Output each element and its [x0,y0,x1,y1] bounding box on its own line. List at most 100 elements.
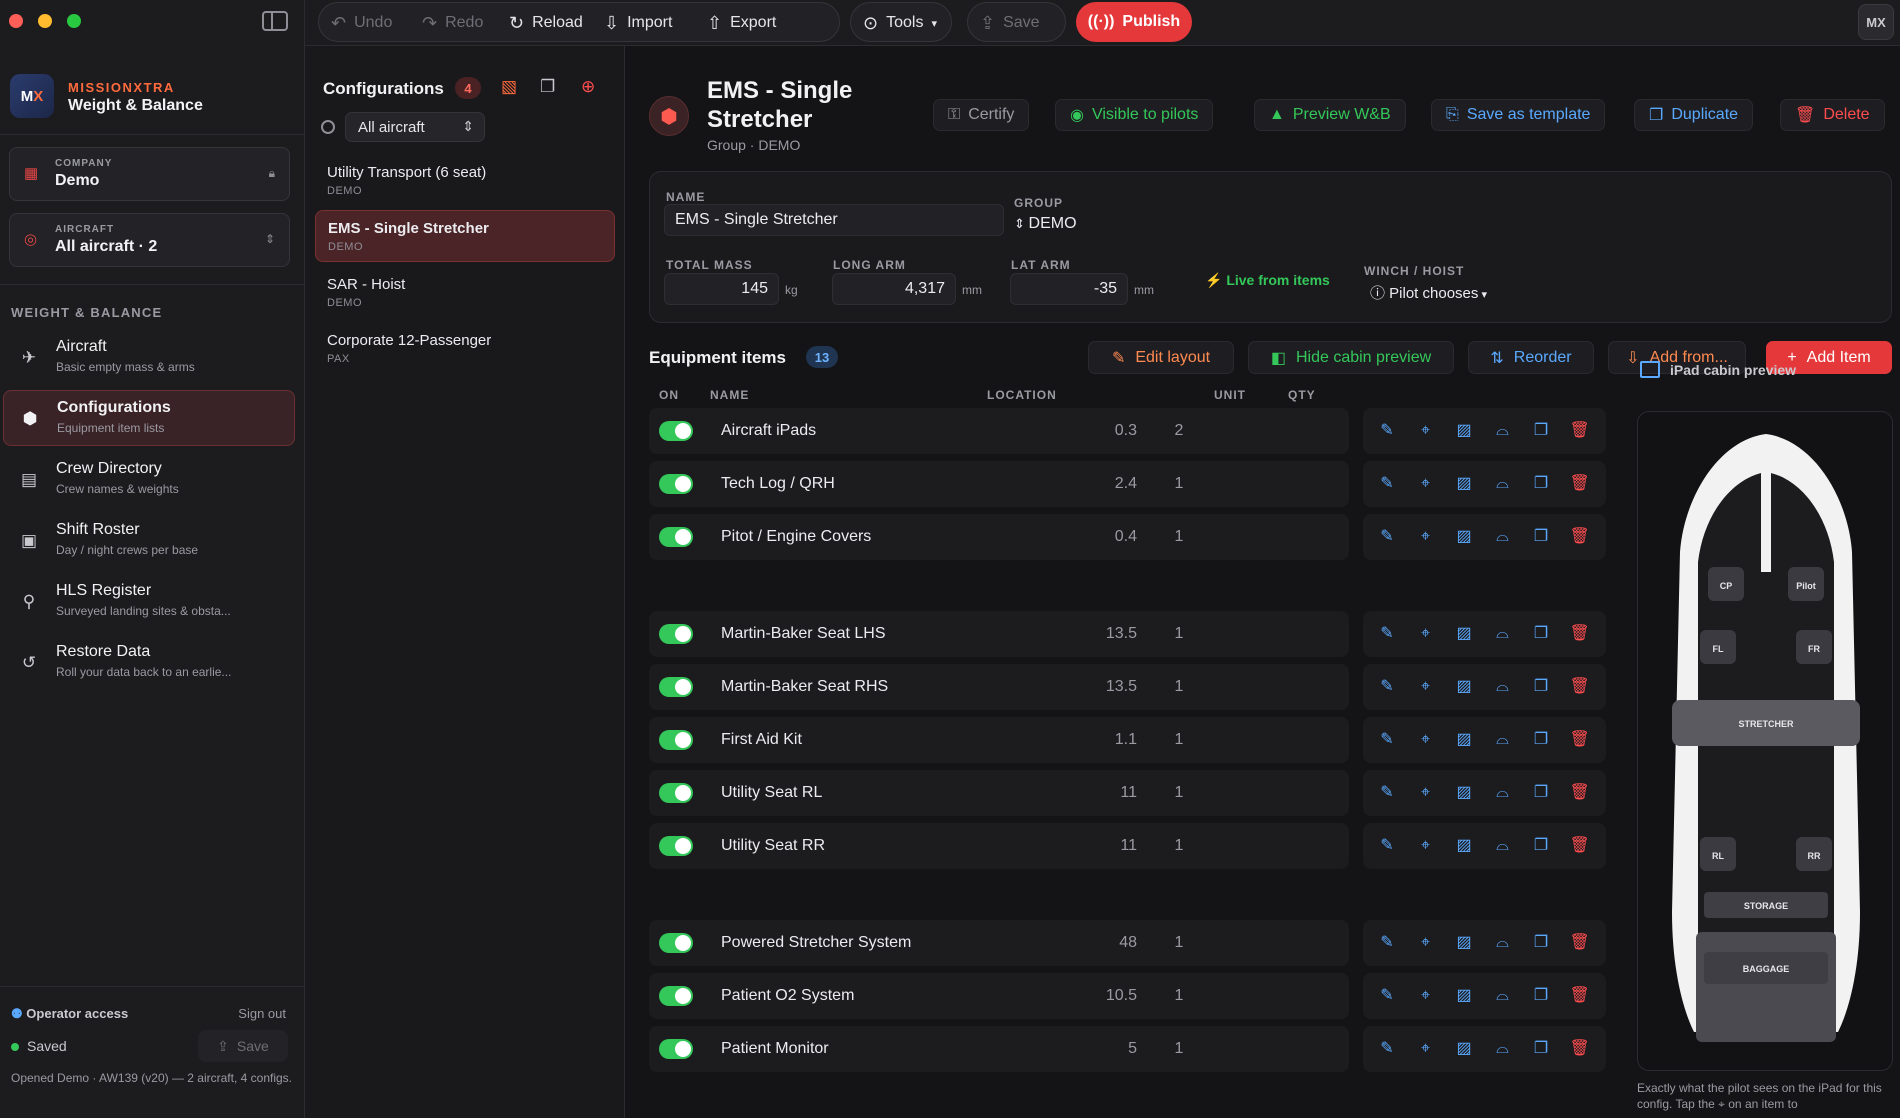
config-item-selected[interactable]: EMS - Single Stretcher DEMO [315,210,615,262]
locate-icon[interactable]: ⌖ [1416,986,1436,1006]
edit-icon[interactable]: ✎ [1377,421,1397,441]
sidebar-save-button[interactable]: ⇪ Save [198,1030,288,1062]
hide-cabin-preview-button[interactable]: ◧ Hide cabin preview [1248,341,1454,374]
copy-icon[interactable]: ❐ [1531,527,1551,547]
table-row[interactable]: Patient Monitor 5 1 [649,1026,1349,1072]
trash-icon[interactable]: 🗑︎ [1570,474,1590,494]
table-row[interactable]: Patient O2 System 10.5 1 [649,973,1349,1019]
tray-icon[interactable]: ⌓ [1493,474,1513,494]
tray-icon[interactable]: ⌓ [1493,933,1513,953]
seat-fr[interactable]: FR [1796,630,1832,664]
edit-icon[interactable]: ✎ [1377,986,1397,1006]
name-input[interactable]: EMS - Single Stretcher [664,204,1004,236]
table-row[interactable]: Utility Seat RL 11 1 [649,770,1349,816]
reorder-button[interactable]: ⇅ Reorder [1468,341,1594,374]
copy-icon[interactable]: ❐ [1531,986,1551,1006]
copy-icon[interactable]: ❐ [1531,836,1551,856]
trash-icon[interactable]: 🗑︎ [1570,730,1590,750]
tray-icon[interactable]: ⌓ [1493,783,1513,803]
table-row[interactable]: Martin-Baker Seat RHS 13.5 1 [649,664,1349,710]
table-row[interactable]: Utility Seat RR 11 1 [649,823,1349,869]
zoom-window-button[interactable] [67,14,81,28]
copy-icon[interactable]: ❐ [1531,677,1551,697]
item-on-toggle[interactable] [659,1039,693,1059]
image-icon[interactable]: ▨ [1454,836,1474,856]
edit-icon[interactable]: ✎ [1377,836,1397,856]
config-item[interactable]: SAR - Hoist DEMO [315,267,615,319]
lat-arm-input[interactable]: -35 [1010,273,1128,305]
import-button[interactable]: ⇩ Import [604,3,672,43]
export-button[interactable]: ⇧ Export [707,3,776,43]
edit-icon[interactable]: ✎ [1377,1039,1397,1059]
company-select[interactable]: ▦ COMPANY Demo 🔒︎ [9,147,290,201]
item-on-toggle[interactable] [659,836,693,856]
edit-icon[interactable]: ✎ [1377,624,1397,644]
image-icon[interactable]: ▨ [1454,624,1474,644]
table-row[interactable]: Powered Stretcher System 48 1 [649,920,1349,966]
edit-icon[interactable]: ✎ [1377,933,1397,953]
image-icon[interactable]: ▨ [1454,677,1474,697]
image-icon[interactable]: ▨ [1454,1039,1474,1059]
seat-fl[interactable]: FL [1700,630,1736,664]
sidebar-toggle-icon[interactable] [262,11,288,31]
image-icon[interactable]: ▨ [1454,527,1474,547]
storage-area[interactable]: STORAGE [1704,892,1828,918]
trash-icon[interactable]: 🗑︎ [1570,527,1590,547]
sign-out-link[interactable]: Sign out [238,1006,286,1021]
baggage-area[interactable]: BAGGAGE [1704,952,1828,984]
avatar[interactable]: MX [1858,4,1894,40]
aircraft-filter-select[interactable]: All aircraft [345,112,485,142]
save-button[interactable]: ⇪ Save [980,3,1040,43]
seat-rl[interactable]: RL [1700,837,1736,871]
image-icon[interactable]: ▨ [1454,474,1474,494]
item-on-toggle[interactable] [659,624,693,644]
duplicate-button[interactable]: ❐ Duplicate [1634,99,1754,131]
table-row[interactable]: Aircraft iPads 0.3 2 [649,408,1349,454]
copy-icon[interactable]: ❐ [1531,783,1551,803]
add-circle-icon[interactable]: ⊕ [581,77,595,97]
edit-icon[interactable]: ✎ [1377,783,1397,803]
image-add-icon[interactable]: ▧ [501,77,517,97]
sidebar-item-aircraft[interactable]: ✈ Aircraft Basic empty mass & arms [3,330,295,386]
reload-button[interactable]: ↻ Reload [509,3,583,43]
item-on-toggle[interactable] [659,421,693,441]
item-on-toggle[interactable] [659,986,693,1006]
item-on-toggle[interactable] [659,730,693,750]
image-icon[interactable]: ▨ [1454,783,1474,803]
seat-rr[interactable]: RR [1796,837,1832,871]
locate-icon[interactable]: ⌖ [1416,474,1436,494]
tray-icon[interactable]: ⌓ [1493,836,1513,856]
locate-icon[interactable]: ⌖ [1416,421,1436,441]
item-on-toggle[interactable] [659,527,693,547]
image-icon[interactable]: ▨ [1454,933,1474,953]
seat-cp[interactable]: CP [1708,567,1744,601]
item-on-toggle[interactable] [659,783,693,803]
long-arm-input[interactable]: 4,317 [832,273,956,305]
close-window-button[interactable] [9,14,23,28]
config-item[interactable]: Utility Transport (6 seat) DEMO [315,155,615,207]
image-icon[interactable]: ▨ [1454,730,1474,750]
redo-button[interactable]: ↷ Redo [422,3,483,43]
table-row[interactable]: Tech Log / QRH 2.4 1 [649,461,1349,507]
certify-button[interactable]: ⚿ Certify [933,99,1030,131]
edit-icon[interactable]: ✎ [1377,677,1397,697]
edit-icon[interactable]: ✎ [1377,474,1397,494]
trash-icon[interactable]: 🗑︎ [1570,677,1590,697]
copy-icon[interactable]: ❐ [1531,730,1551,750]
edit-layout-button[interactable]: ✎ Edit layout [1088,341,1234,374]
locate-icon[interactable]: ⌖ [1416,677,1436,697]
locate-icon[interactable]: ⌖ [1416,783,1436,803]
trash-icon[interactable]: 🗑︎ [1570,624,1590,644]
group-select[interactable]: ⇕ DEMO [1014,215,1077,233]
sidebar-item-configurations[interactable]: ⬢ Configurations Equipment item lists [3,390,295,446]
table-row[interactable]: Martin-Baker Seat LHS 13.5 1 [649,611,1349,657]
copy-icon[interactable]: ❐ [1531,474,1551,494]
item-on-toggle[interactable] [659,933,693,953]
trash-icon[interactable]: 🗑︎ [1570,783,1590,803]
total-mass-input[interactable]: 145 [664,273,779,305]
config-item[interactable]: Corporate 12-Passenger PAX [315,323,615,375]
publish-button[interactable]: ((·)) Publish [1076,2,1192,42]
tray-icon[interactable]: ⌓ [1493,421,1513,441]
trash-icon[interactable]: 🗑︎ [1570,986,1590,1006]
trash-icon[interactable]: 🗑︎ [1570,1039,1590,1059]
